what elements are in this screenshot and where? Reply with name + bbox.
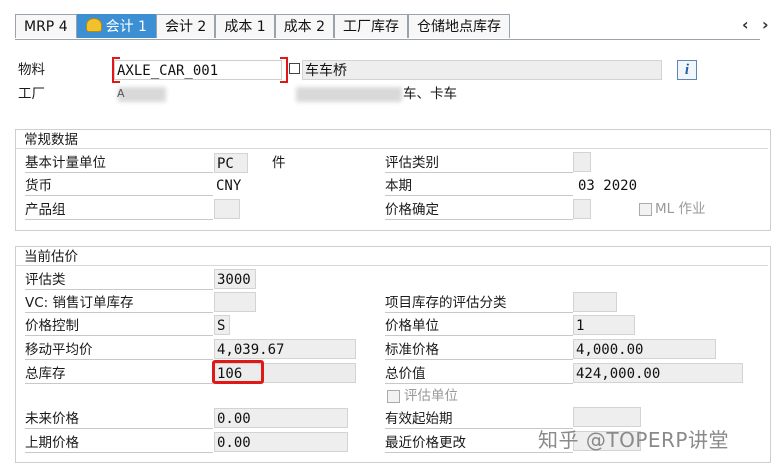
tab-label: 会计 1 bbox=[105, 19, 147, 35]
standard-price-label: 标准价格 bbox=[385, 340, 573, 360]
tab-label: 成本 1 bbox=[224, 19, 266, 35]
valuation-class-label: 评估类 bbox=[25, 270, 213, 290]
tab-label: 会计 2 bbox=[164, 19, 207, 35]
valuation-category-label: 评估类别 bbox=[385, 153, 573, 173]
copy-icon[interactable] bbox=[289, 63, 300, 74]
price-control-label: 价格控制 bbox=[25, 316, 213, 336]
valuation-unit-checkbox[interactable] bbox=[387, 390, 400, 403]
material-focus-bracket bbox=[112, 57, 120, 83]
tab-accounting2[interactable]: 会计 2 bbox=[155, 14, 216, 38]
plant-value: A bbox=[117, 87, 125, 100]
material-description: 车车桥 bbox=[302, 60, 662, 80]
previous-price-label: 上期价格 bbox=[25, 433, 213, 453]
period-label: 本期 bbox=[385, 176, 573, 196]
plant-desc-redacted bbox=[296, 87, 402, 102]
tab-storage-location-stock[interactable]: 仓储地点库存 bbox=[408, 14, 511, 38]
base-uom-input[interactable]: PC bbox=[214, 153, 248, 173]
base-uom-text: 件 bbox=[272, 155, 286, 171]
group-divider bbox=[16, 148, 768, 149]
valuation-category-input[interactable] bbox=[573, 152, 591, 172]
price-determination-label: 价格确定 bbox=[385, 200, 573, 220]
material-focus-bracket bbox=[280, 57, 288, 83]
plant-label: 工厂 bbox=[18, 86, 45, 102]
product-group-label: 产品组 bbox=[25, 200, 213, 220]
future-price-input[interactable]: 0.00 bbox=[214, 408, 348, 428]
tab-label: 仓储地点库存 bbox=[417, 19, 502, 35]
plant-description: 车、卡车 bbox=[403, 86, 457, 102]
price-control-input[interactable]: S bbox=[214, 315, 230, 335]
tab-bar: MRP 4 会计 1 会计 2 成本 1 成本 2 工厂库存 仓储地点库存 bbox=[15, 14, 511, 40]
tab-label: 成本 2 bbox=[283, 19, 326, 35]
total-value-label: 总价值 bbox=[385, 364, 573, 384]
info-icon[interactable]: i bbox=[677, 60, 697, 80]
tab-scroll-left-icon[interactable]: ‹ bbox=[742, 15, 749, 34]
price-unit-input[interactable]: 1 bbox=[573, 315, 635, 335]
total-stock-label: 总库存 bbox=[25, 364, 213, 384]
price-unit-label: 价格单位 bbox=[385, 316, 573, 336]
current-valuation-title: 当前估价 bbox=[24, 249, 78, 265]
watermark: 知乎 @TOPERP讲堂 bbox=[538, 428, 729, 452]
valuation-unit-label: 评估单位 bbox=[404, 388, 458, 404]
tab-mrp4[interactable]: MRP 4 bbox=[15, 14, 77, 38]
ml-checkbox[interactable] bbox=[639, 203, 652, 216]
tab-accounting1[interactable]: 会计 1 bbox=[76, 14, 156, 38]
vc-sales-order-stock-input[interactable] bbox=[214, 292, 256, 312]
material-label: 物料 bbox=[18, 62, 45, 78]
moving-avg-price-input[interactable]: 4,039.67 bbox=[214, 339, 356, 359]
vc-sales-order-stock-label: VC: 销售订单库存 bbox=[25, 293, 213, 313]
project-stock-valuation-input[interactable] bbox=[573, 292, 617, 312]
material-input[interactable]: AXLE_CAR_001 bbox=[114, 60, 282, 80]
tab-costing1[interactable]: 成本 1 bbox=[215, 14, 275, 38]
ml-label: ML 作业 bbox=[655, 201, 706, 217]
base-uom-label: 基本计量单位 bbox=[25, 153, 213, 173]
tab-label: 工厂库存 bbox=[343, 19, 400, 35]
general-data-title: 常规数据 bbox=[24, 132, 78, 148]
highlight-box bbox=[212, 360, 264, 384]
tab-scroll-right-icon[interactable]: › bbox=[762, 15, 769, 34]
currency-value: CNY bbox=[214, 176, 274, 196]
price-determination-input[interactable] bbox=[573, 199, 591, 219]
product-group-input[interactable] bbox=[214, 199, 240, 219]
plant-redacted bbox=[118, 87, 166, 102]
previous-price-input[interactable]: 0.00 bbox=[214, 432, 348, 452]
tab-costing2[interactable]: 成本 2 bbox=[274, 14, 335, 38]
moving-avg-price-label: 移动平均价 bbox=[25, 340, 213, 360]
standard-price-input[interactable]: 4,000.00 bbox=[573, 339, 716, 359]
total-value-input[interactable]: 424,000.00 bbox=[573, 363, 743, 383]
valuation-class-input[interactable]: 3000 bbox=[214, 269, 256, 289]
tab-divider bbox=[15, 39, 760, 40]
future-price-label: 未来价格 bbox=[25, 409, 213, 429]
group-divider bbox=[16, 265, 768, 266]
tab-plant-stock[interactable]: 工厂库存 bbox=[334, 14, 409, 38]
tab-label: MRP 4 bbox=[24, 19, 68, 35]
tab-status-icon bbox=[85, 18, 102, 32]
period-value: 03 2020 bbox=[576, 176, 696, 196]
project-stock-valuation-label: 项目库存的评估分类 bbox=[385, 293, 573, 313]
currency-label: 货币 bbox=[25, 176, 213, 196]
